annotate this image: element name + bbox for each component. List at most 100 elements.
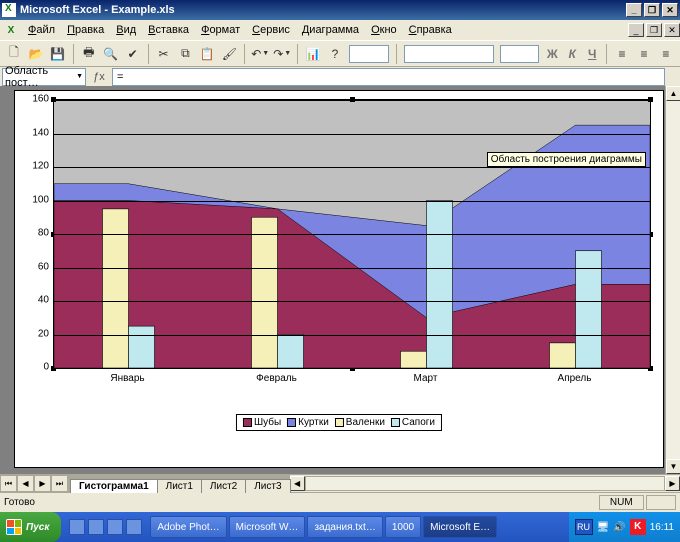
underline-button[interactable]: Ч: [583, 47, 601, 61]
scroll-left-icon[interactable]: ◀: [290, 476, 305, 491]
print-icon[interactable]: 🖶: [79, 43, 99, 65]
legend-item[interactable]: Куртки: [287, 417, 329, 428]
tab-first-button[interactable]: ⏮: [0, 475, 17, 492]
standard-toolbar: 🗋 📂 💾 🖶 🔍 ✔ ✂ ⧉ 📋 🖌 ↶▼ ↷▼ 📊 ? Ж К Ч ≡ ≡ …: [0, 40, 680, 66]
language-indicator[interactable]: RU: [575, 519, 593, 535]
align-right-icon[interactable]: ≡: [656, 43, 676, 65]
fx-icon[interactable]: ƒx: [90, 71, 108, 83]
spell-icon[interactable]: ✔: [123, 43, 143, 65]
undo-icon[interactable]: ↶▼: [250, 43, 270, 65]
status-ready: Готово: [4, 497, 35, 508]
taskbar-button[interactable]: Microsoft E…: [423, 516, 497, 538]
start-label: Пуск: [26, 522, 49, 533]
x-tick-label: Январь: [110, 373, 144, 384]
bar-Сапоги[interactable]: [427, 201, 453, 369]
vertical-scrollbar[interactable]: ▲ ▼: [665, 86, 680, 474]
titlebar: Microsoft Excel - Example.xls _ ❐ ✕: [0, 0, 680, 20]
name-box[interactable]: Область пост… ▼: [2, 68, 86, 86]
start-button[interactable]: Пуск: [0, 512, 61, 542]
align-left-icon[interactable]: ≡: [612, 43, 632, 65]
menu-правка[interactable]: Правка: [61, 22, 110, 38]
menu-файл[interactable]: Файл: [22, 22, 61, 38]
clock[interactable]: 16:11: [650, 522, 674, 533]
taskbar-button[interactable]: 1000: [385, 516, 421, 538]
window-title: Microsoft Excel - Example.xls: [20, 4, 175, 16]
sheet-tab[interactable]: Лист1: [157, 479, 202, 493]
minimize-button[interactable]: _: [626, 3, 642, 17]
y-tick-label: 60: [38, 261, 49, 272]
taskbar-button[interactable]: задания.txt…: [307, 516, 382, 538]
save-icon[interactable]: 💾: [48, 43, 68, 65]
menu-вид[interactable]: Вид: [110, 22, 142, 38]
scroll-down-icon[interactable]: ▼: [666, 459, 680, 474]
bar-Валенки[interactable]: [252, 217, 278, 368]
menu-окно[interactable]: Окно: [365, 22, 403, 38]
y-tick-label: 100: [32, 194, 49, 205]
menu-диаграмма[interactable]: Диаграмма: [296, 22, 365, 38]
fontsize-combo[interactable]: [500, 45, 540, 63]
tab-next-button[interactable]: ▶: [34, 475, 51, 492]
x-axis-labels: ЯнварьФевральМартАпрель: [53, 373, 651, 387]
new-icon[interactable]: 🗋: [4, 43, 24, 65]
kaspersky-icon[interactable]: K: [630, 519, 646, 535]
align-center-icon[interactable]: ≡: [634, 43, 654, 65]
bar-Сапоги[interactable]: [129, 326, 155, 368]
tab-prev-button[interactable]: ◀: [17, 475, 34, 492]
chart-sheet[interactable]: 020406080100120140160 Область построения…: [14, 90, 664, 468]
sheet-tab[interactable]: Лист3: [245, 479, 290, 493]
sheet-tab[interactable]: Лист2: [201, 479, 246, 493]
quicklaunch-icon[interactable]: [88, 519, 104, 535]
legend-item[interactable]: Валенки: [335, 417, 385, 428]
y-tick-label: 0: [43, 362, 49, 373]
taskbar-button[interactable]: Adobe Phot…: [150, 516, 226, 538]
tray-icon[interactable]: 🖥: [597, 522, 610, 533]
taskbar-button[interactable]: Microsoft W…: [229, 516, 306, 538]
maximize-button[interactable]: ❐: [644, 3, 660, 17]
chevron-down-icon[interactable]: ▼: [76, 73, 83, 80]
bar-Валенки[interactable]: [550, 343, 576, 368]
cut-icon[interactable]: ✂: [154, 43, 174, 65]
paste-icon[interactable]: 📋: [197, 43, 217, 65]
doc-minimize-button[interactable]: _: [628, 23, 644, 37]
redo-icon[interactable]: ↷▼: [272, 43, 292, 65]
legend-item[interactable]: Шубы: [243, 417, 281, 428]
horizontal-scrollbar[interactable]: ◀ ▶: [290, 475, 680, 492]
formula-input[interactable]: =: [112, 68, 665, 86]
formula-value: =: [117, 71, 123, 83]
menu-сервис[interactable]: Сервис: [246, 22, 296, 38]
sheet-tab-strip: ⏮ ◀ ▶ ⏭ Гистограмма1Лист1Лист2Лист3 ◀ ▶: [0, 474, 680, 492]
plot-area[interactable]: Область построения диаграммы: [53, 99, 651, 369]
document-icon: X: [4, 23, 18, 37]
bar-Сапоги[interactable]: [278, 335, 304, 369]
bar-Валенки[interactable]: [103, 209, 129, 368]
menu-формат[interactable]: Формат: [195, 22, 246, 38]
bold-button[interactable]: Ж: [543, 47, 561, 61]
bar-Валенки[interactable]: [401, 351, 427, 368]
open-icon[interactable]: 📂: [26, 43, 46, 65]
scroll-up-icon[interactable]: ▲: [666, 86, 680, 101]
chart-object[interactable]: 020406080100120140160 Область построения…: [21, 95, 657, 437]
copy-icon[interactable]: ⧉: [175, 43, 195, 65]
quicklaunch-icon[interactable]: [107, 519, 123, 535]
tab-last-button[interactable]: ⏭: [51, 475, 68, 492]
tray-icon[interactable]: 🔊: [613, 522, 625, 533]
menu-справка[interactable]: Справка: [403, 22, 458, 38]
sheet-tab[interactable]: Гистограмма1: [70, 479, 158, 493]
scroll-right-icon[interactable]: ▶: [665, 476, 680, 491]
doc-close-button[interactable]: ✕: [664, 23, 680, 37]
preview-icon[interactable]: 🔍: [101, 43, 121, 65]
menu-вставка[interactable]: Вставка: [142, 22, 195, 38]
font-combo[interactable]: [404, 45, 494, 63]
chart-legend[interactable]: Шубы Куртки Валенки Сапоги: [236, 414, 442, 431]
status-blank: [646, 495, 676, 510]
quicklaunch-icon[interactable]: [69, 519, 85, 535]
zoom-combo[interactable]: [349, 45, 389, 63]
legend-item[interactable]: Сапоги: [391, 417, 435, 428]
chart-wizard-icon[interactable]: 📊: [303, 43, 323, 65]
format-painter-icon[interactable]: 🖌: [219, 43, 239, 65]
close-button[interactable]: ✕: [662, 3, 678, 17]
doc-restore-button[interactable]: ❐: [646, 23, 662, 37]
help-icon[interactable]: ?: [325, 43, 345, 65]
italic-button[interactable]: К: [563, 47, 581, 61]
quicklaunch-icon[interactable]: [126, 519, 142, 535]
